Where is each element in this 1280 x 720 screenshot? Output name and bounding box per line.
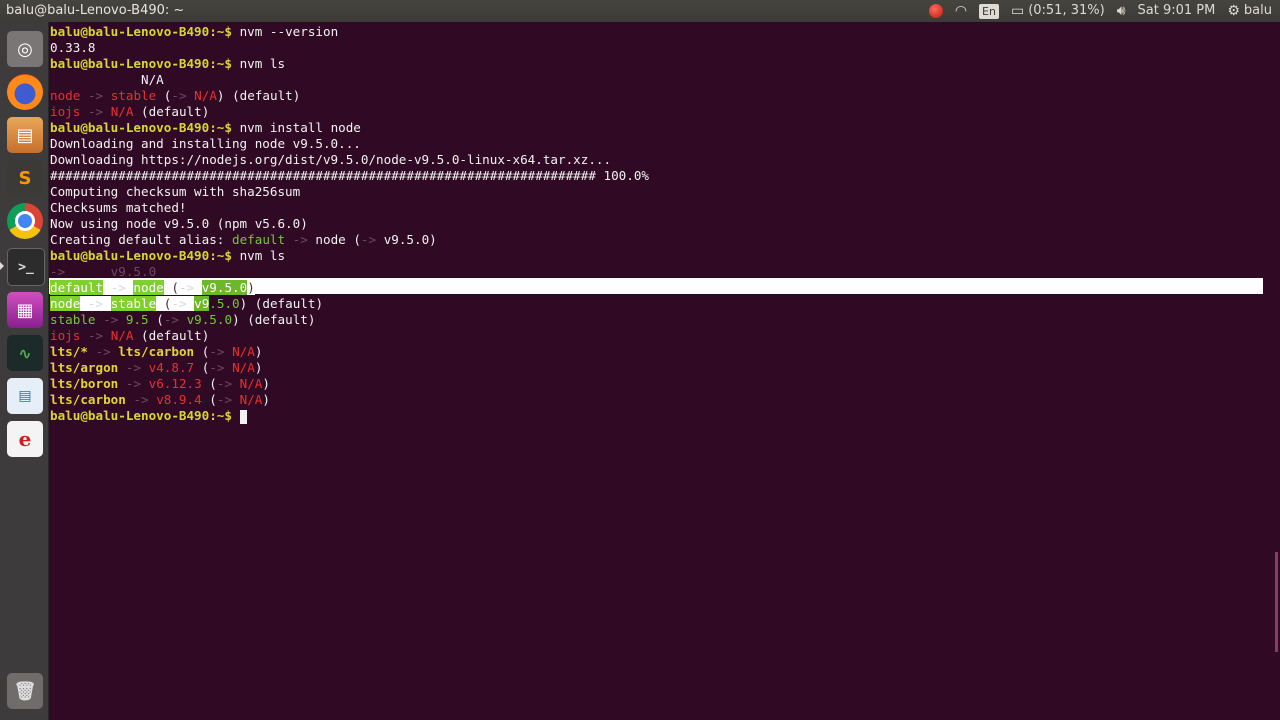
top-panel: balu@balu-Lenovo-B490: ~ ◠ En ▭ (0:51, 3… bbox=[0, 0, 1280, 22]
terminal-line: Computing checksum with sha256sum bbox=[50, 184, 301, 199]
active-app-indicator bbox=[0, 262, 4, 270]
window-title: balu@balu-Lenovo-B490: ~ bbox=[6, 3, 185, 18]
session-menu[interactable]: ⚙ balu bbox=[1227, 0, 1272, 22]
ubuntu-home-icon[interactable]: ◎ bbox=[7, 31, 43, 67]
firefox-icon[interactable] bbox=[7, 74, 43, 110]
terminal-line: lts/boron -> v6.12.3 (-> N/A) bbox=[50, 376, 270, 391]
trash-icon[interactable]: 🗑︎ bbox=[7, 673, 43, 709]
terminal-icon[interactable]: >_ bbox=[7, 248, 45, 286]
scrollbar[interactable] bbox=[1275, 552, 1278, 652]
terminal-line: iojs -> N/A (default) bbox=[50, 104, 210, 119]
system-monitor-icon[interactable]: ∿ bbox=[7, 335, 43, 371]
terminal-line: Now using node v9.5.0 (npm v5.6.0) bbox=[50, 216, 308, 231]
terminal-prompt-line: balu@balu-Lenovo-B490:~$ bbox=[50, 408, 247, 424]
terminal-line: balu@balu-Lenovo-B490:~$ nvm ls bbox=[50, 56, 286, 71]
terminal-line: balu@balu-Lenovo-B490:~$ nvm --version bbox=[50, 24, 339, 39]
terminal-line: Checksums matched! bbox=[50, 200, 187, 215]
record-icon bbox=[928, 4, 943, 18]
terminal-line: node -> stable (-> v9.5.0) (default) bbox=[50, 296, 324, 311]
terminal-window[interactable]: balu@balu-Lenovo-B490:~$ nvm --version 0… bbox=[49, 22, 1280, 720]
sublime-text-icon[interactable]: S bbox=[7, 160, 43, 196]
terminal-line: stable -> 9.5 (-> v9.5.0) (default) bbox=[50, 312, 316, 327]
terminal-line: Creating default alias: default -> node … bbox=[50, 232, 437, 247]
terminal-line: balu@balu-Lenovo-B490:~$ nvm install nod… bbox=[50, 120, 361, 135]
terminal-line: lts/* -> lts/carbon (-> N/A) bbox=[50, 344, 263, 359]
terminal-line: lts/carbon -> v8.9.4 (-> N/A) bbox=[50, 392, 270, 407]
battery-indicator[interactable]: ▭ (0:51, 31%) bbox=[1011, 0, 1105, 22]
indicator-area: ◠ En ▭ (0:51, 31%) 🔊︎ Sat 9:01 PM ⚙ balu bbox=[928, 0, 1272, 22]
text-editor-icon[interactable]: e bbox=[7, 421, 43, 457]
battery-text: (0:51, 31%) bbox=[1028, 3, 1105, 18]
terminal-line: lts/argon -> v4.8.7 (-> N/A) bbox=[50, 360, 263, 375]
recording-indicator[interactable] bbox=[928, 4, 943, 18]
keyboard-layout[interactable]: En bbox=[979, 3, 999, 19]
terminal-line: iojs -> N/A (default) bbox=[50, 328, 210, 343]
terminal-line: 0.33.8 bbox=[50, 40, 96, 55]
launcher: ◎ ▤ S >_ ▦ ∿ ▤ e 🗑︎ bbox=[0, 22, 49, 720]
software-center-icon[interactable]: ▦ bbox=[7, 292, 43, 328]
wifi-icon[interactable]: ◠ bbox=[955, 0, 967, 22]
terminal-line: Downloading https://nodejs.org/dist/v9.5… bbox=[50, 152, 612, 167]
gear-icon: ⚙ bbox=[1227, 3, 1240, 19]
terminal-line: Downloading and installing node v9.5.0..… bbox=[50, 136, 361, 151]
libreoffice-writer-icon[interactable]: ▤ bbox=[7, 378, 43, 414]
terminal-line: ########################################… bbox=[50, 168, 649, 183]
terminal-line: balu@balu-Lenovo-B490:~$ nvm ls bbox=[50, 248, 286, 263]
terminal-line: node -> stable (-> N/A) (default) bbox=[50, 88, 301, 103]
chrome-icon[interactable] bbox=[7, 203, 43, 239]
volume-icon[interactable]: 🔊︎ bbox=[1117, 0, 1126, 22]
terminal-line: -> v9.5.0 bbox=[50, 264, 157, 279]
text-cursor bbox=[239, 409, 247, 424]
battery-icon: ▭ bbox=[1010, 3, 1025, 19]
user-name: balu bbox=[1243, 3, 1272, 18]
terminal-line-selected: default -> node (-> v9.5.0) bbox=[50, 280, 255, 295]
files-icon[interactable]: ▤ bbox=[7, 117, 43, 153]
terminal-line: N/A bbox=[50, 72, 164, 87]
clock[interactable]: Sat 9:01 PM bbox=[1138, 0, 1216, 22]
